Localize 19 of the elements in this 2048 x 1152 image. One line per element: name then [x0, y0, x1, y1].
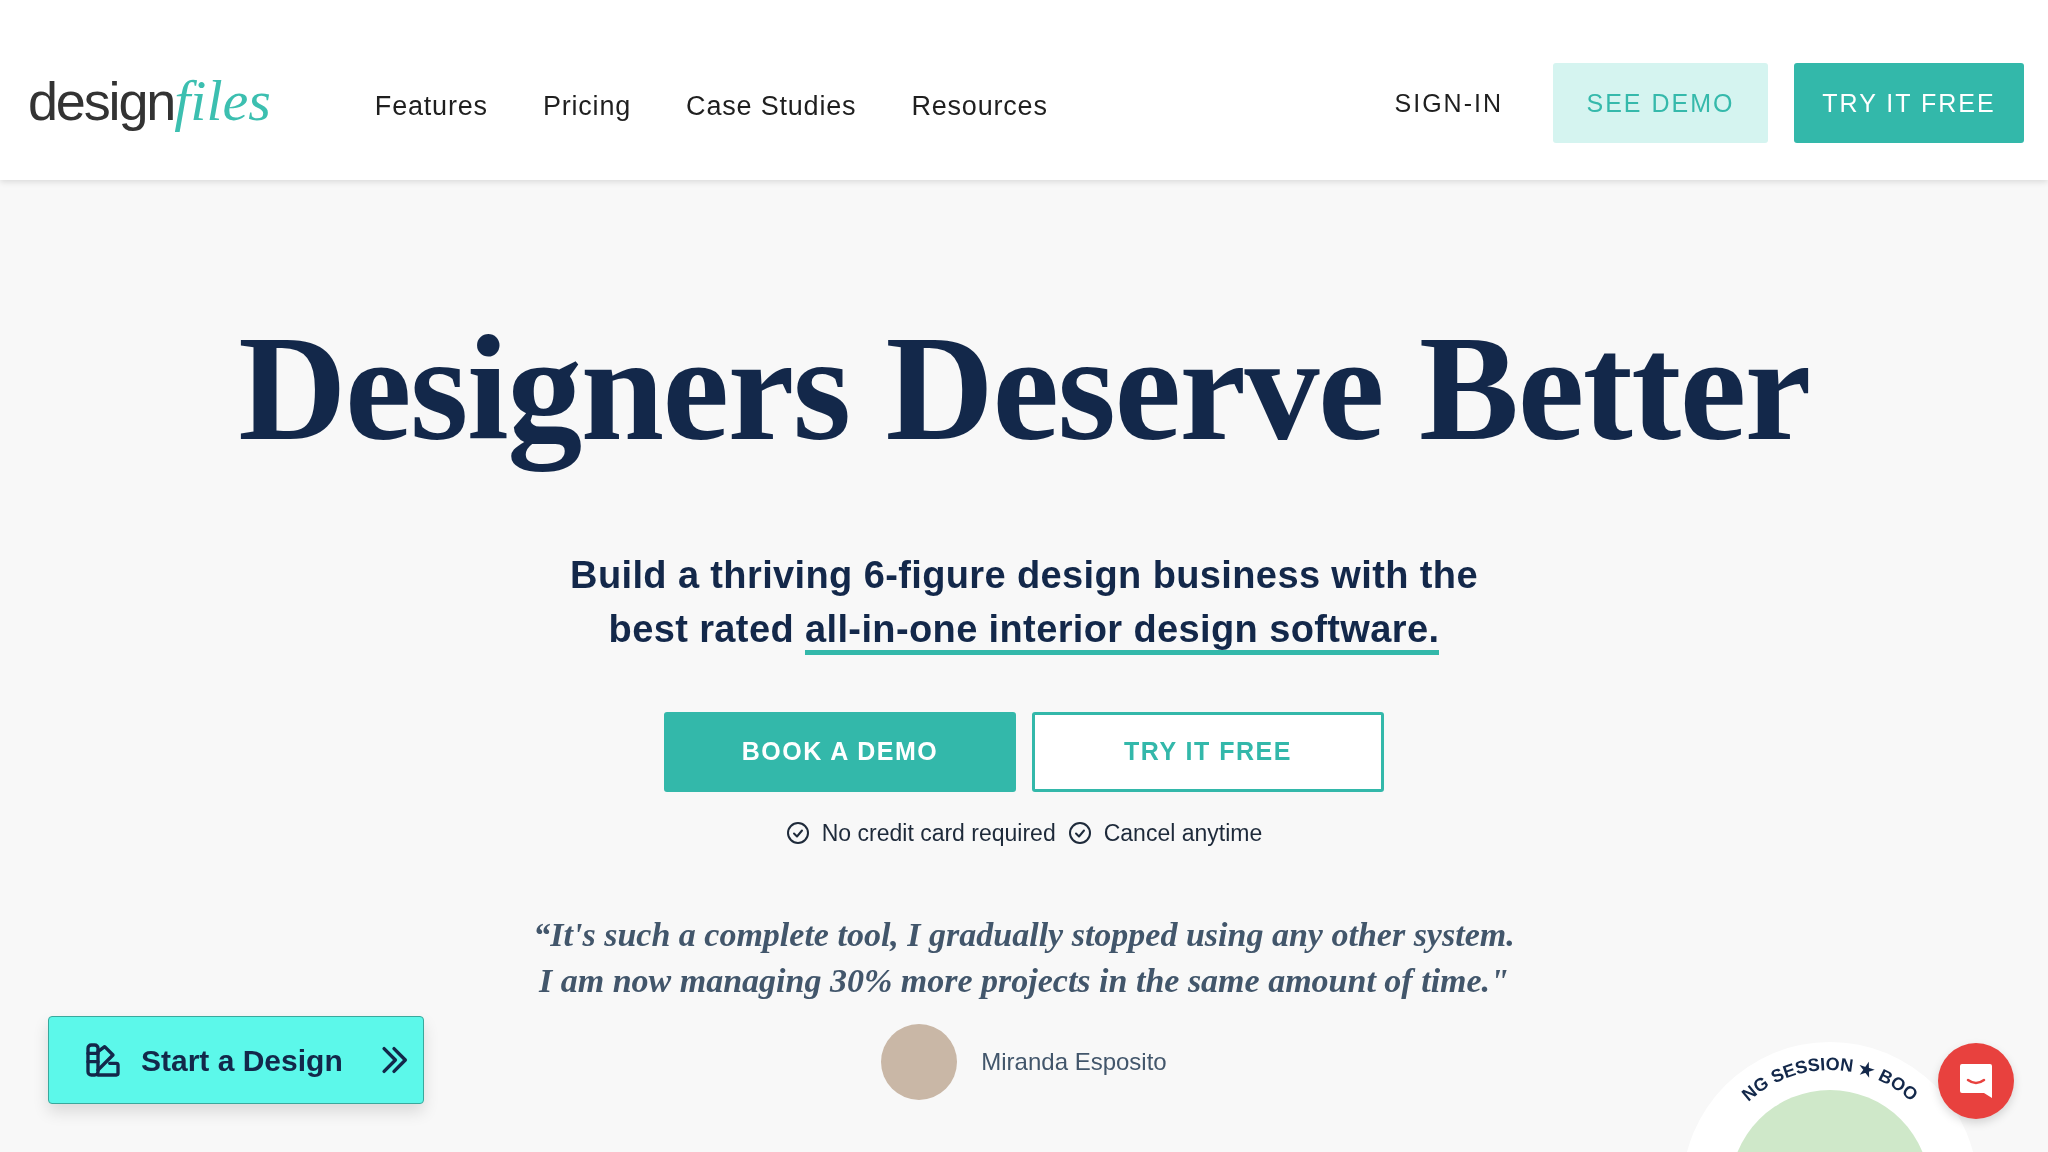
nav-link[interactable]: Features	[374, 85, 488, 126]
chat-button[interactable]	[1938, 1043, 2014, 1119]
nav-link[interactable]: Case Studies	[686, 85, 857, 126]
testimonial-quote: I am now managing 30% more projects in the same amount of time."	[539, 961, 1509, 1001]
sign-in-link[interactable]: SIGN-IN	[1370, 60, 1527, 146]
nav-link[interactable]: Resources	[911, 85, 1048, 126]
perk-text: Cancel anytime	[1103, 818, 1263, 848]
hero-title: Designers Deserve Better	[238, 304, 1810, 474]
chat-bubble-icon	[1958, 1062, 1994, 1100]
check-circle-icon	[1067, 820, 1092, 845]
hero-subtitle: Build a thriving 6-figure design business with the best rated all-in-one interior design software.	[534, 547, 1514, 656]
color-swatch-icon	[83, 1040, 123, 1080]
check-circle-icon	[785, 820, 810, 845]
designfiles-logo[interactable]: designfiles	[28, 57, 271, 146]
perk-text: No credit card required	[821, 818, 1056, 848]
start-design-button[interactable]: Start a Design	[48, 1016, 424, 1104]
author-name: Miranda Esposito	[981, 1047, 1167, 1077]
nav-link[interactable]: Pricing	[542, 85, 632, 126]
testimonial-quote: “It's such a complete tool, I gradually stopped using any other system.	[533, 915, 1515, 955]
